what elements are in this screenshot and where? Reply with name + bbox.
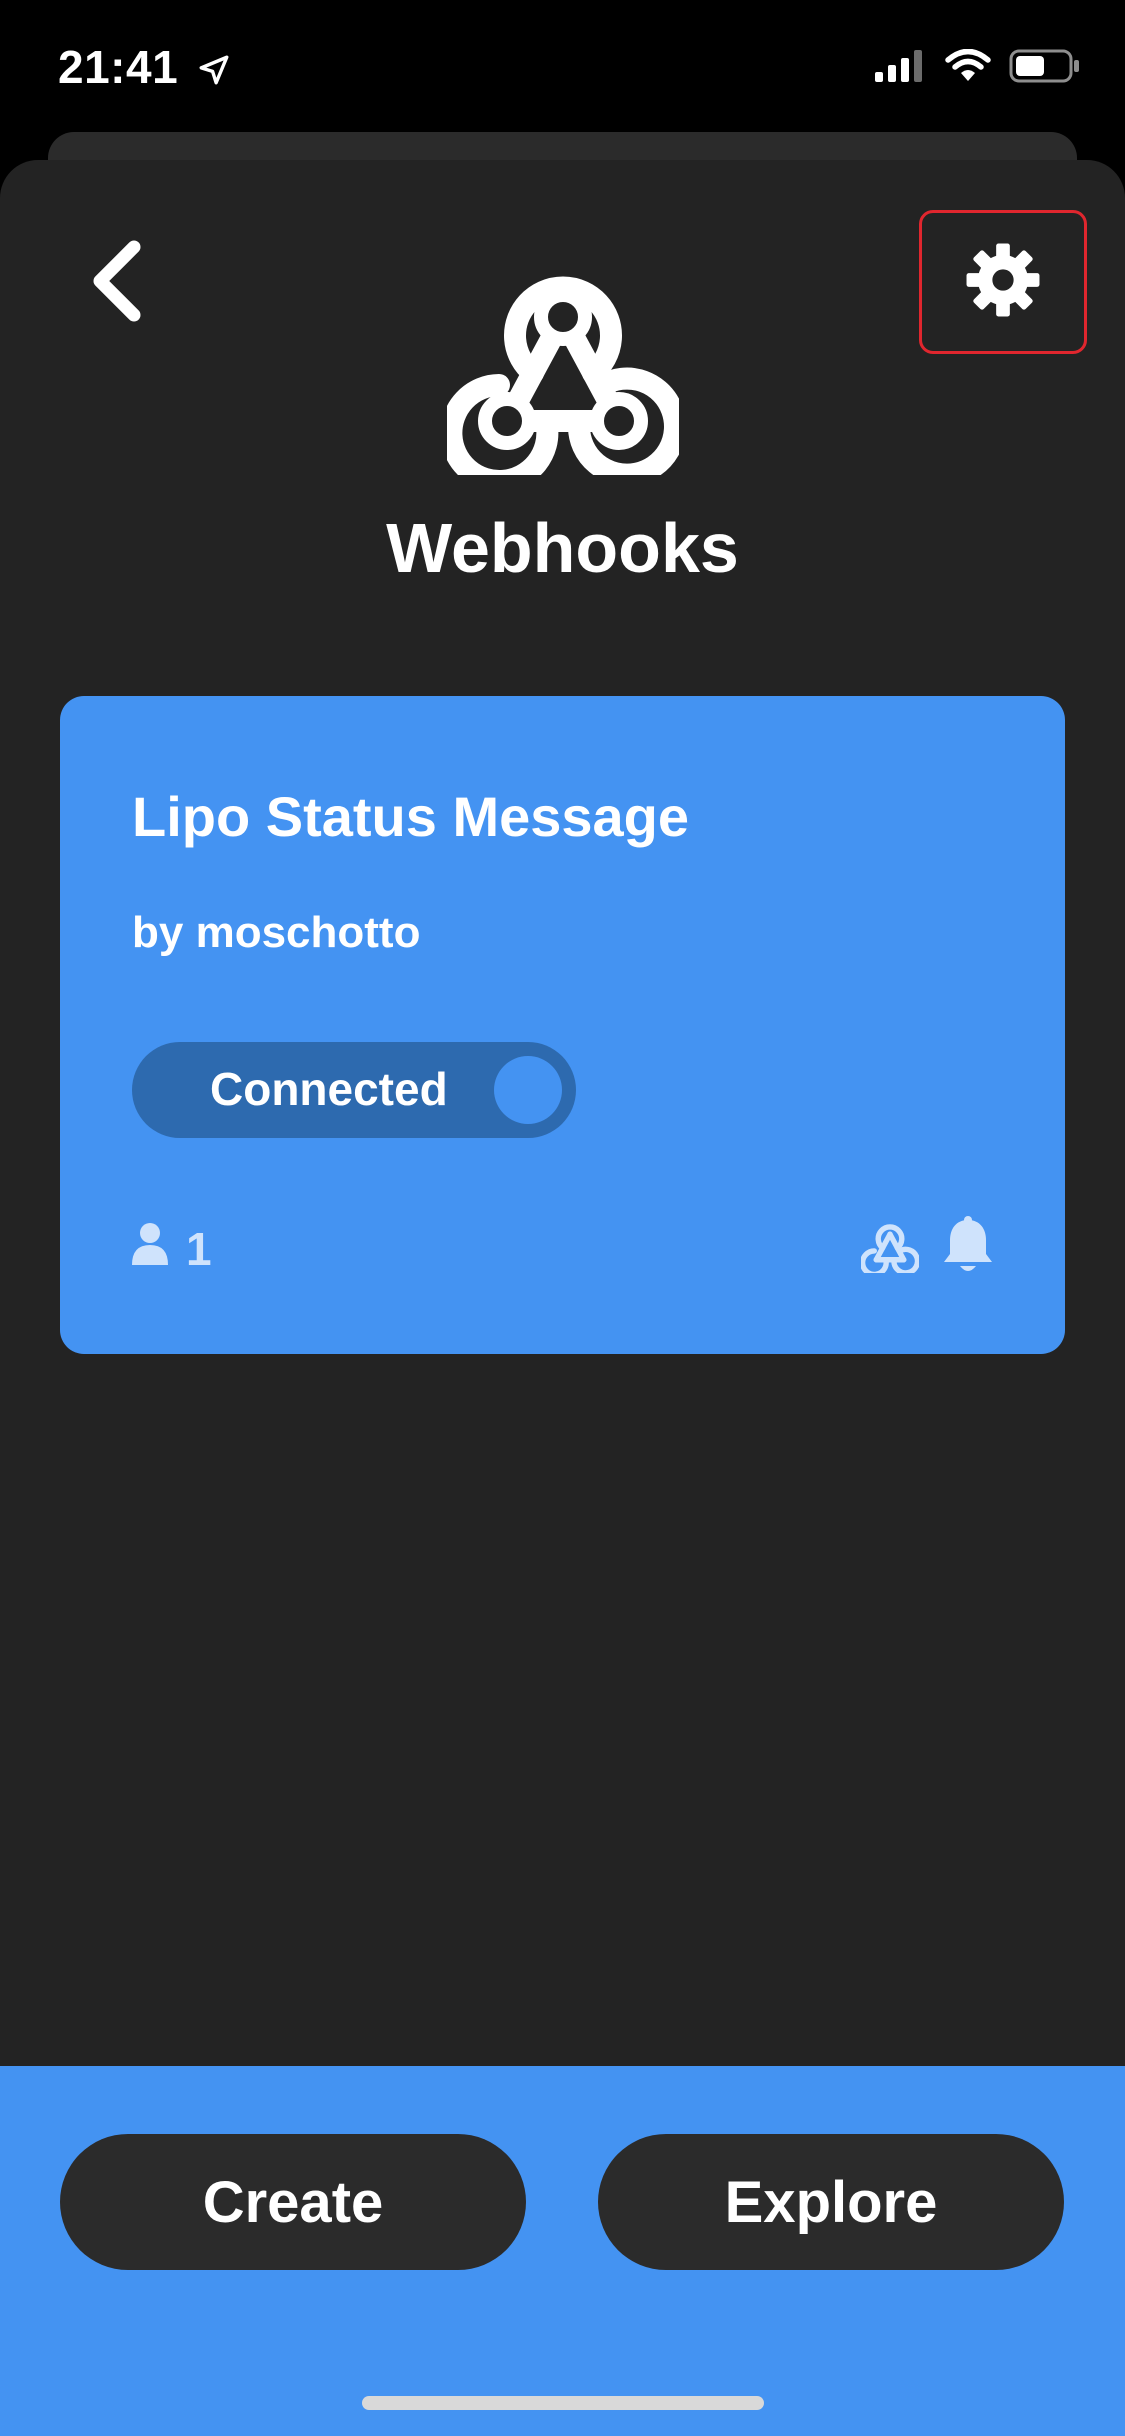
status-bar: 21:41 — [0, 0, 1125, 130]
applet-author: by moschotto — [132, 908, 421, 957]
explore-button[interactable]: Explore — [598, 2134, 1064, 2270]
chevron-left-icon — [88, 239, 148, 328]
user-icon — [132, 1221, 168, 1276]
status-time: 21:41 — [58, 40, 231, 98]
back-button[interactable] — [78, 238, 158, 328]
screen: 21:41 Webhooks Lipo Status Message by mo… — [0, 0, 1125, 2436]
applet-title: Lipo Status Message — [132, 785, 690, 848]
location-arrow-icon — [197, 44, 231, 98]
toggle-knob — [494, 1056, 562, 1124]
notification-bell-icon — [941, 1216, 995, 1281]
settings-button[interactable] — [919, 210, 1087, 354]
applet-card[interactable]: Lipo Status Message by moschotto Connect… — [60, 696, 1065, 1354]
cellular-signal-icon — [875, 50, 927, 87]
home-indicator[interactable] — [362, 2396, 764, 2410]
wifi-icon — [945, 48, 991, 88]
applet-service-icons — [859, 1216, 995, 1281]
connected-toggle[interactable]: Connected — [132, 1042, 576, 1138]
create-button[interactable]: Create — [60, 2134, 526, 2270]
webhooks-icon — [859, 1219, 921, 1278]
status-icons — [875, 48, 1081, 89]
webhooks-logo-icon — [440, 255, 686, 492]
service-title: Webhooks — [386, 509, 739, 587]
user-count-value: 1 — [186, 1222, 212, 1275]
status-time-text: 21:41 — [58, 41, 179, 93]
bottom-bar: Create Explore — [0, 2066, 1125, 2436]
gear-icon — [965, 242, 1041, 323]
user-count: 1 — [132, 1221, 212, 1276]
toggle-label: Connected — [210, 1063, 448, 1115]
battery-icon — [1009, 48, 1081, 89]
